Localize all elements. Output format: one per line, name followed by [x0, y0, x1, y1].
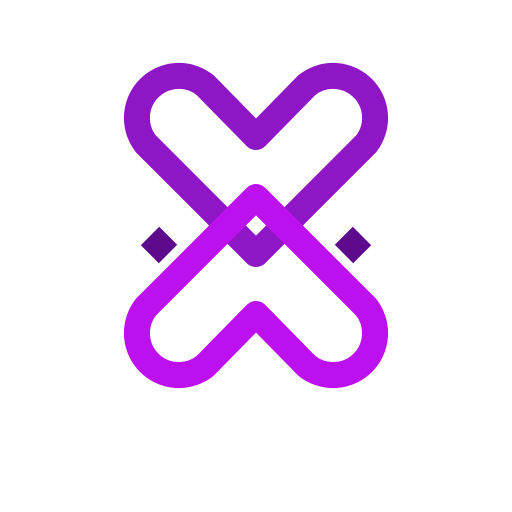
top-heart-shadow-right [334, 226, 372, 264]
top-heart-outline [123, 62, 389, 267]
interlocked-hearts-icon [123, 62, 389, 389]
app-logo-canvas [0, 0, 512, 512]
bottom-heart-outline [123, 184, 389, 389]
top-heart-shadow-left [140, 226, 178, 264]
